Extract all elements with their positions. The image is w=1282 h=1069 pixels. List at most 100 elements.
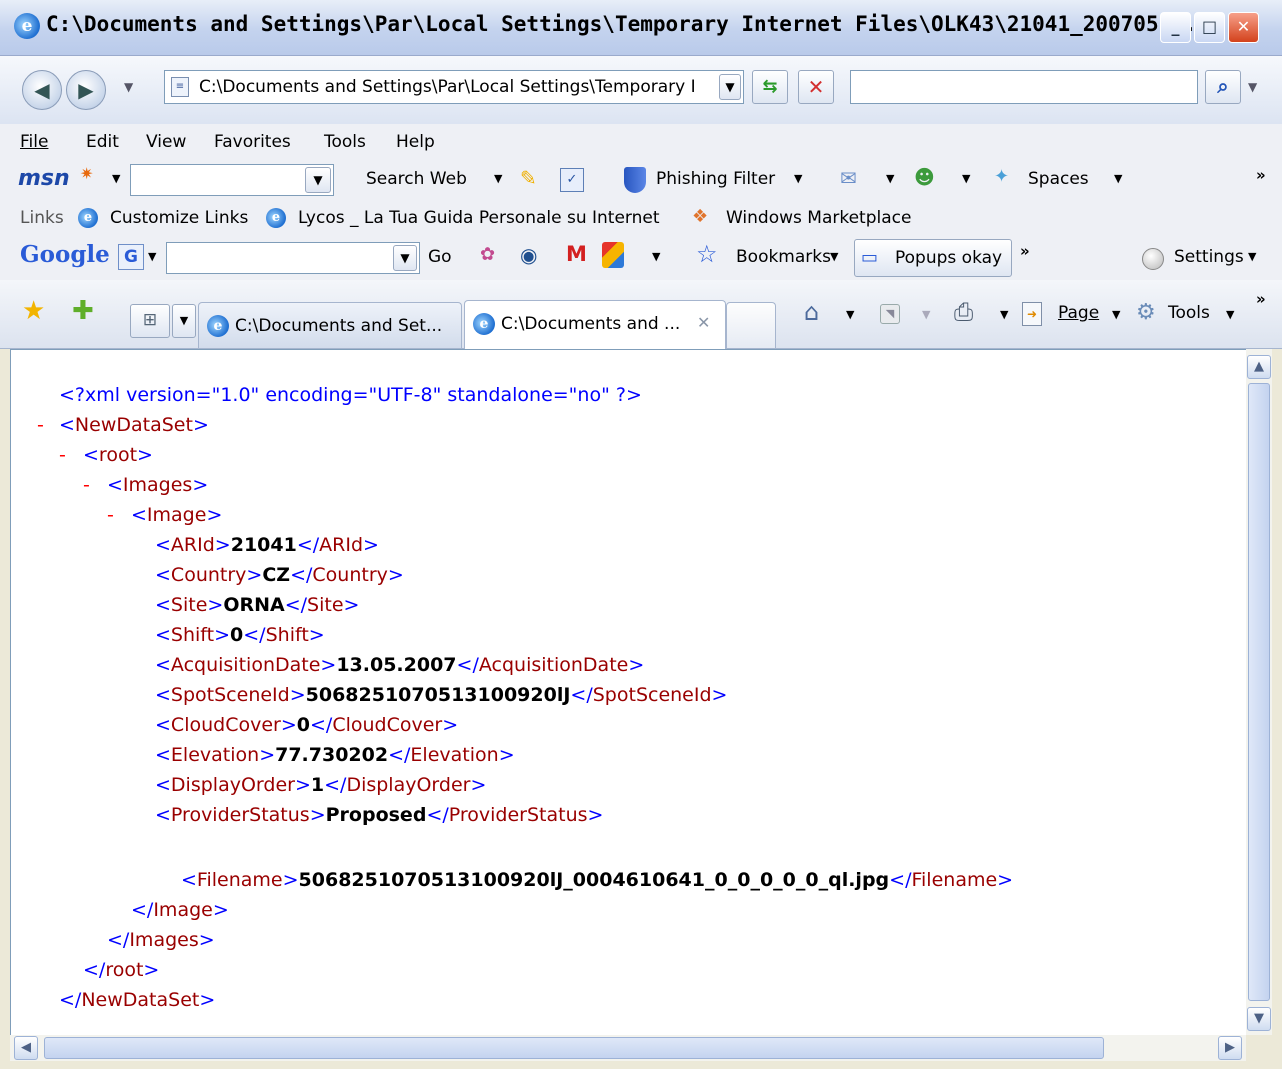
- menu-file[interactable]: File: [20, 132, 48, 152]
- spaces-dropdown-icon[interactable]: ▼: [1114, 172, 1122, 185]
- address-bar[interactable]: ≡ C:\Documents and Settings\Par\Local Se…: [164, 70, 744, 104]
- add-favorites-icon[interactable]: ✚: [72, 296, 94, 326]
- phishing-filter-button[interactable]: Phishing Filter: [656, 169, 775, 189]
- google-g-icon[interactable]: G: [118, 244, 144, 270]
- google-logo[interactable]: Google: [20, 241, 110, 268]
- tools-dropdown-icon[interactable]: ▼: [1226, 308, 1234, 321]
- command-more-chevron-icon[interactable]: »: [1256, 290, 1266, 308]
- new-tab-button[interactable]: [726, 302, 776, 348]
- xml-newdataset-open: <NewDataSet>: [59, 414, 209, 436]
- forward-arrow-icon: ▶: [78, 78, 94, 102]
- home-icon[interactable]: ⌂: [804, 298, 819, 326]
- stop-button[interactable]: ✕: [798, 70, 834, 104]
- print-icon[interactable]: ⎙: [954, 298, 973, 326]
- tab-2[interactable]: e C:\Documents and ... ✕: [464, 300, 726, 349]
- favorites-center-icon[interactable]: ★: [22, 296, 45, 326]
- msn-more-chevron-icon[interactable]: »: [1256, 166, 1266, 184]
- tab-1-label: C:\Documents and Set...: [235, 316, 443, 336]
- link-marketplace[interactable]: Windows Marketplace: [726, 208, 911, 228]
- msn-butterfly-icon: ✷: [80, 164, 94, 183]
- vertical-scroll-thumb[interactable]: [1248, 383, 1270, 1001]
- feeds-dropdown-icon[interactable]: ▼: [922, 308, 930, 321]
- address-dropdown-icon[interactable]: ▼: [719, 74, 741, 100]
- settings-button[interactable]: Settings: [1174, 247, 1244, 267]
- messenger-dropdown-icon[interactable]: ▼: [962, 172, 970, 185]
- mail-dropdown-icon[interactable]: ▼: [886, 172, 894, 185]
- horizontal-scroll-thumb[interactable]: [44, 1037, 1104, 1059]
- xml-field-filename: <Filename>5068251070513100920lJ_00046106…: [181, 869, 1014, 891]
- tools-menu-button[interactable]: Tools: [1168, 303, 1210, 323]
- quick-tabs-button[interactable]: ⊞: [130, 304, 170, 338]
- msn-logo[interactable]: msn: [18, 166, 70, 191]
- address-input[interactable]: C:\Documents and Settings\Par\Local Sett…: [199, 77, 696, 97]
- collapse-image[interactable]: -: [107, 504, 114, 526]
- settings-dropdown-icon[interactable]: ▼: [1248, 250, 1256, 263]
- xml-field-providerstatus: <ProviderStatus>Proposed</ProviderStatus…: [155, 804, 604, 826]
- back-button[interactable]: ◀: [22, 70, 62, 110]
- minimize-button[interactable]: _: [1160, 12, 1191, 43]
- scroll-up-icon[interactable]: ▲: [1247, 355, 1271, 379]
- horizontal-scrollbar[interactable]: ◀ ▶: [10, 1035, 1246, 1061]
- messenger-icon[interactable]: ☻: [914, 165, 935, 189]
- home-dropdown-icon[interactable]: ▼: [846, 308, 854, 321]
- ie-page-icon: e: [207, 315, 229, 337]
- edit-icon[interactable]: ✓: [560, 168, 584, 192]
- history-dropdown-icon[interactable]: ▼: [124, 80, 133, 94]
- page-dropdown-icon[interactable]: ▼: [1112, 308, 1120, 321]
- spaces-button[interactable]: Spaces: [1028, 169, 1089, 189]
- mail-icon[interactable]: ✉: [840, 166, 857, 190]
- gmail-icon[interactable]: M: [566, 242, 587, 266]
- menu-view[interactable]: View: [146, 132, 186, 152]
- msn-menu-icon[interactable]: ▼: [112, 172, 120, 185]
- apps-dropdown-icon[interactable]: ▼: [652, 250, 660, 263]
- menu-help[interactable]: Help: [396, 132, 435, 152]
- ie-page-icon: e: [78, 208, 98, 228]
- search-web-dropdown-icon[interactable]: ▼: [494, 172, 502, 185]
- bookmarks-dropdown-icon[interactable]: ▼: [830, 250, 838, 263]
- bookmarks-button[interactable]: Bookmarks: [736, 247, 831, 267]
- link-lycos[interactable]: Lycos _ La Tua Guida Personale su Intern…: [298, 208, 660, 228]
- maximize-button[interactable]: □: [1194, 12, 1225, 43]
- refresh-button[interactable]: ⇆: [752, 70, 788, 104]
- tab-list-dropdown-icon[interactable]: ▼: [172, 304, 196, 338]
- print-dropdown-icon[interactable]: ▼: [1000, 308, 1008, 321]
- google-dropdown-icon[interactable]: ▼: [393, 245, 417, 271]
- menu-edit[interactable]: Edit: [86, 132, 119, 152]
- popups-okay-button[interactable]: ▭ Popups okay: [854, 239, 1012, 277]
- apps-icon[interactable]: [602, 242, 624, 268]
- google-go-button[interactable]: Go: [428, 247, 452, 267]
- msn-search-input[interactable]: ▼: [130, 164, 334, 196]
- google-more-chevron-icon[interactable]: »: [1020, 242, 1030, 260]
- page-menu-button[interactable]: Page: [1058, 303, 1099, 323]
- close-button[interactable]: ✕: [1228, 12, 1259, 43]
- scroll-right-icon[interactable]: ▶: [1218, 1036, 1242, 1060]
- search-box[interactable]: [850, 70, 1198, 104]
- msn-search-dropdown-icon[interactable]: ▼: [305, 167, 331, 193]
- feeds-icon[interactable]: ◥: [880, 304, 900, 324]
- scroll-left-icon[interactable]: ◀: [14, 1036, 38, 1060]
- highlight-icon[interactable]: ✎: [520, 166, 537, 190]
- search-options-icon[interactable]: ▼: [1248, 80, 1257, 94]
- quick-tabs-icon: ⊞: [142, 310, 158, 330]
- search-web-button[interactable]: Search Web: [366, 169, 467, 189]
- window-title: C:\Documents and Settings\Par\Local Sett…: [46, 12, 1210, 36]
- tab-close-icon[interactable]: ✕: [697, 313, 710, 332]
- phishing-dropdown-icon[interactable]: ▼: [794, 172, 802, 185]
- forward-button[interactable]: ▶: [66, 70, 106, 110]
- link-customize[interactable]: Customize Links: [110, 208, 248, 228]
- vertical-scrollbar[interactable]: ▲ ▼: [1246, 349, 1272, 1035]
- collapse-newdataset[interactable]: -: [37, 414, 44, 436]
- scroll-down-icon[interactable]: ▼: [1247, 1007, 1271, 1031]
- collapse-root[interactable]: -: [59, 444, 66, 466]
- google-search-input[interactable]: ▼: [166, 242, 420, 274]
- google-menu-icon[interactable]: ▼: [148, 250, 156, 263]
- links-label: Links: [20, 208, 64, 228]
- pagerank-icon[interactable]: ✿: [480, 244, 495, 265]
- tab-1[interactable]: e C:\Documents and Set...: [198, 302, 462, 348]
- search-button[interactable]: ⌕: [1205, 70, 1241, 104]
- globe-icon[interactable]: ◉: [520, 243, 537, 267]
- menu-favorites[interactable]: Favorites: [214, 132, 291, 152]
- collapse-images[interactable]: -: [83, 474, 90, 496]
- title-bar: e C:\Documents and Settings\Par\Local Se…: [0, 0, 1282, 56]
- menu-tools[interactable]: Tools: [324, 132, 366, 152]
